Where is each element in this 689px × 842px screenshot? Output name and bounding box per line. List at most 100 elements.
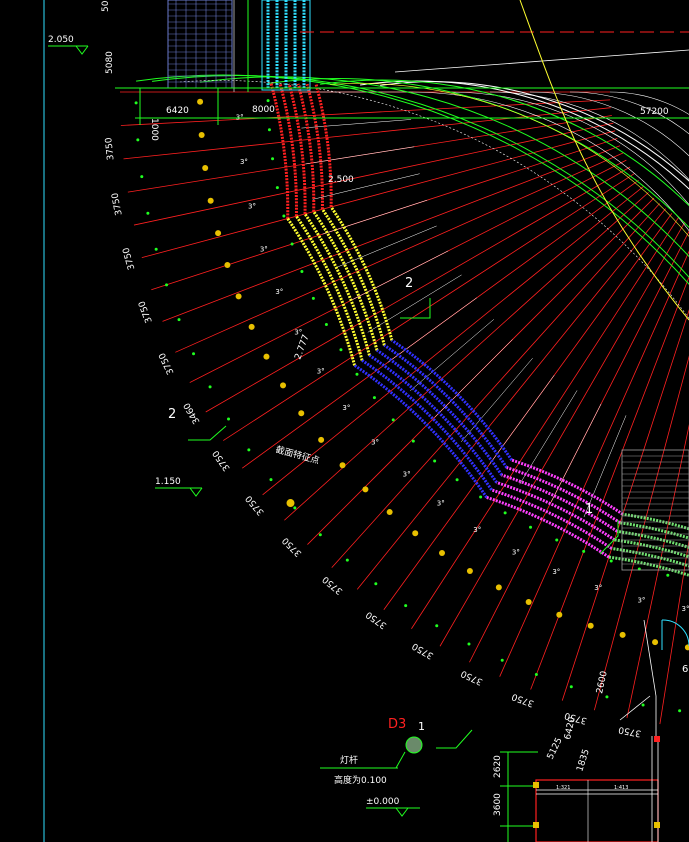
axis-node <box>202 165 209 172</box>
arc-point <box>311 296 315 300</box>
inner-dim-label: 3° <box>248 202 256 210</box>
arc-point <box>666 573 670 577</box>
arc-point <box>455 478 459 482</box>
arc-point <box>271 157 275 161</box>
inner-dim-label: 3° <box>317 367 325 375</box>
axis-node <box>386 509 393 516</box>
inner-dim-label: 3° <box>681 605 689 613</box>
arc-point <box>269 478 273 482</box>
arc-point <box>374 582 378 586</box>
arc-point <box>555 538 559 542</box>
arc-point <box>318 533 322 537</box>
inner-dim-label: 3° <box>473 526 481 534</box>
arc-point <box>345 558 349 562</box>
axis-node <box>248 323 255 330</box>
axis-node <box>224 262 231 269</box>
inner-dim-label: 3° <box>512 549 520 557</box>
axis-node <box>362 486 369 493</box>
arc-point <box>192 352 196 356</box>
axis-node <box>439 549 446 556</box>
arc-point <box>140 175 144 179</box>
arc-point <box>534 673 538 677</box>
inner-dim-label: 3° <box>594 584 602 592</box>
arc-point <box>266 99 270 103</box>
point-label: D3 <box>388 717 406 732</box>
section-mark: 1 <box>418 720 425 733</box>
inner-dim-label: 3° <box>260 246 268 254</box>
axis-node <box>280 382 287 389</box>
axis-node <box>587 622 594 629</box>
level-label: 2.050 <box>48 35 74 45</box>
right-hatched-block <box>621 449 689 571</box>
axis-node <box>298 410 305 417</box>
arc-point <box>372 396 376 400</box>
cad-plan-drawing: 3750375037503750375034603750375037503750… <box>0 0 689 842</box>
note-label: 高度为0.100 <box>334 774 387 786</box>
section-mark: 2 <box>405 276 413 291</box>
dim-label: 6 <box>682 664 688 675</box>
axis-node <box>197 98 204 105</box>
axis-node <box>525 598 532 605</box>
arc-point <box>267 128 271 132</box>
arc-point <box>609 559 613 563</box>
arc-point <box>605 695 609 699</box>
arc-point <box>290 242 294 246</box>
arc-point <box>154 247 158 251</box>
dim-label: 1000 <box>149 118 159 141</box>
arc-point <box>467 642 471 646</box>
axis-node <box>466 568 473 575</box>
inner-dim-label: 3° <box>371 439 379 447</box>
arc-point <box>569 685 573 689</box>
section-mark: 1 <box>585 502 593 517</box>
axis-node <box>318 436 325 443</box>
inner-dim-label: 3° <box>275 288 283 296</box>
arc-point <box>435 624 439 628</box>
section-mark: 2 <box>168 407 176 422</box>
arc-point <box>500 658 504 662</box>
arc-point <box>339 348 343 352</box>
dim-label: 2620 <box>493 755 503 778</box>
arc-point <box>227 417 231 421</box>
level-label: ±0.000 <box>366 797 400 807</box>
inner-dim-label: 3° <box>552 568 560 576</box>
note-label: 灯杆 <box>340 754 358 766</box>
arc-point <box>282 214 286 218</box>
arc-point <box>411 439 415 443</box>
level-label: 2.500 <box>328 175 354 185</box>
pole-point-icon <box>405 736 423 754</box>
dim-label: 6420 <box>166 106 189 116</box>
arc-point <box>208 385 212 389</box>
inner-dim-label: 3° <box>637 596 645 604</box>
axis-node <box>652 639 659 646</box>
axis-node <box>263 353 270 360</box>
arc-point <box>300 270 304 274</box>
arc-point <box>678 709 682 713</box>
inner-dim-label: 3° <box>240 158 248 166</box>
dim-label: 5080 <box>105 51 115 74</box>
axis-node <box>495 584 502 591</box>
dim-label: 8000 <box>252 105 275 115</box>
arc-point <box>391 418 395 422</box>
dim-label: 3600 <box>493 793 503 816</box>
dim-label: 1:321 <box>556 785 570 791</box>
arc-point <box>582 549 586 553</box>
inner-dim-label: 3° <box>236 113 244 121</box>
axis-node <box>556 611 563 618</box>
dim-label: 57200 <box>640 107 669 117</box>
axis-node <box>619 631 626 638</box>
arc-point <box>275 186 279 190</box>
inner-dim-label: 3° <box>437 500 445 508</box>
inner-dim-label: 3° <box>342 404 350 412</box>
highlight-node <box>286 499 295 508</box>
axis-node <box>339 462 346 469</box>
arc-point <box>136 138 140 142</box>
arc-point <box>355 372 359 376</box>
dim-label: 5080 <box>101 0 111 12</box>
axis-node <box>235 293 242 300</box>
arc-point <box>293 506 297 510</box>
arc-point <box>146 211 150 215</box>
arc-point <box>641 703 645 707</box>
axis-node <box>207 197 214 204</box>
level-label: 1.150 <box>155 477 181 487</box>
axis-node <box>412 530 419 537</box>
